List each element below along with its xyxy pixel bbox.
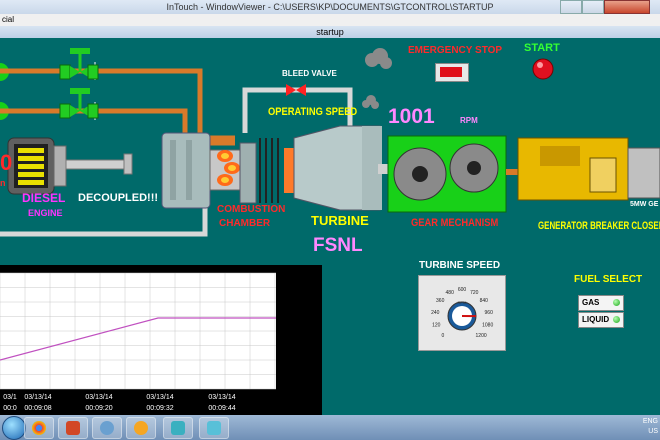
decoupled-label: DECOUPLED!!! bbox=[78, 192, 159, 204]
gauge-tick-label: 600 bbox=[458, 287, 467, 293]
explorer-icon bbox=[134, 421, 148, 435]
trend-time-date-2: 03/13/14 bbox=[85, 394, 112, 401]
gauge-tick-label: 840 bbox=[480, 298, 489, 304]
bleed-valve-label: BLEED VALVE bbox=[282, 69, 337, 78]
trend-time-axis: 03/1 00:0 03/13/14 00:09:08 03/13/14 00:… bbox=[3, 394, 236, 412]
gauge-tick-label: 720 bbox=[470, 290, 479, 296]
generator bbox=[517, 137, 660, 201]
gauge-tick-label: 1200 bbox=[476, 333, 487, 339]
start-button[interactable] bbox=[533, 58, 554, 79]
taskbar-app-paint[interactable] bbox=[92, 417, 122, 439]
bleed-valve bbox=[286, 84, 306, 96]
fuel-gas-label: GAS bbox=[582, 298, 600, 307]
taskbar-app-intouch-1[interactable] bbox=[163, 417, 193, 439]
trend-time-clock-0: 00:0 bbox=[3, 405, 17, 412]
gear-mechanism-label: GEAR MECHANISM bbox=[411, 217, 499, 229]
chrome-icon bbox=[32, 421, 46, 435]
paint-icon bbox=[100, 421, 114, 435]
taskbar-app-presentation[interactable] bbox=[58, 417, 88, 439]
trend-time-date-4: 03/13/14 bbox=[208, 394, 235, 401]
taskbar: ENG US bbox=[0, 415, 660, 440]
fuel-liquid-label: LIQUID bbox=[582, 315, 610, 324]
diesel-engine bbox=[7, 137, 133, 195]
minimize-button[interactable] bbox=[560, 0, 582, 14]
gauge-tick-label: 120 bbox=[432, 322, 441, 328]
document-title-bar: startup bbox=[0, 26, 660, 38]
trend-time-date-1: 03/13/14 bbox=[24, 394, 51, 401]
trend-time-clock-4: 00:09:44 bbox=[208, 405, 235, 412]
menu-item-special[interactable]: cial bbox=[0, 15, 14, 24]
fsnl-label: FSNL bbox=[313, 235, 363, 256]
start-label: START bbox=[524, 42, 560, 54]
gauge-unit: RPM bbox=[458, 300, 467, 305]
turbine-speed-gauge: 0 120 240 360 480 600 720 840 960 1080 1200 RPM bbox=[418, 275, 506, 351]
gauge-svg: 0120 240 360480 600 720840 960 1080 1200 RPM bbox=[431, 287, 494, 339]
taskbar-app-browser[interactable] bbox=[24, 417, 54, 439]
gauge-tick-label: 0 bbox=[442, 333, 445, 339]
system-tray[interactable]: ENG US bbox=[643, 417, 658, 437]
generator-rating-label: 5MW GE bbox=[630, 201, 659, 208]
smoke-cloud-2 bbox=[362, 95, 379, 109]
diesel-engine-label-1: DIESEL bbox=[22, 191, 66, 205]
trend-svg: 03/1 00:0 03/13/14 00:09:08 03/13/14 00:… bbox=[0, 272, 276, 412]
trend-time-clock-2: 00:09:20 bbox=[85, 405, 112, 412]
gas-turbine bbox=[161, 125, 392, 211]
fuel-select-label: FUEL SELECT bbox=[574, 274, 643, 285]
document-title: startup bbox=[316, 27, 344, 37]
fuel-gas-indicator bbox=[613, 299, 620, 306]
smoke-cloud-1 bbox=[365, 48, 392, 69]
menu-bar[interactable]: cial bbox=[0, 14, 660, 26]
window-title-bar[interactable]: InTouch - WindowViewer - C:\USERS\KP\DOC… bbox=[0, 0, 660, 14]
speed-trend-chart[interactable]: 03/1 00:0 03/13/14 00:09:08 03/13/14 00:… bbox=[0, 265, 322, 415]
intouch-icon bbox=[171, 421, 185, 435]
taskbar-app-intouch-2[interactable] bbox=[199, 417, 229, 439]
rpm-readout: 1001 bbox=[388, 105, 435, 128]
gauge-tick-label: 480 bbox=[446, 290, 455, 296]
left-value-readout: 0 bbox=[0, 150, 13, 175]
gear-mechanism bbox=[387, 135, 507, 213]
trend-time-clock-3: 00:09:32 bbox=[146, 405, 173, 412]
window-title: InTouch - WindowViewer - C:\USERS\KP\DOC… bbox=[166, 2, 494, 12]
maximize-button[interactable] bbox=[582, 0, 604, 14]
gauge-tick-label: 960 bbox=[485, 310, 494, 316]
turbine-speed-label: TURBINE SPEED bbox=[419, 260, 501, 271]
gauge-tick-label: 360 bbox=[436, 298, 445, 304]
fuel-pipes bbox=[0, 68, 235, 146]
hmi-canvas: 0 n BLEED VALVE OPERATING SPEED EMERGENC… bbox=[0, 38, 660, 415]
fuel-valve-1 bbox=[59, 48, 99, 80]
intouch-viewer-icon bbox=[207, 421, 221, 435]
gauge-tick-label: 240 bbox=[431, 310, 440, 316]
trend-time-date-0: 03/1 bbox=[3, 394, 17, 401]
fuel-liquid-indicator bbox=[613, 316, 620, 323]
taskbar-app-explorer[interactable] bbox=[126, 417, 156, 439]
gauge-tick-label: 1080 bbox=[482, 322, 493, 328]
operating-speed-label: OPERATING SPEED bbox=[268, 106, 358, 118]
fuel-gas-button[interactable]: GAS bbox=[578, 295, 624, 311]
generator-breaker-label: GENERATOR BREAKER CLOSED bbox=[538, 220, 660, 232]
emergency-stop-label: EMERGENCY STOP bbox=[408, 45, 503, 56]
turbine-label: TURBINE bbox=[311, 213, 369, 228]
tray-language: ENG bbox=[642, 418, 658, 425]
windows-start-button[interactable] bbox=[2, 416, 26, 440]
tray-region: US bbox=[648, 428, 658, 435]
emergency-stop-button[interactable] bbox=[435, 63, 469, 82]
rpm-unit: RPM bbox=[460, 116, 478, 125]
powerpoint-icon bbox=[66, 421, 80, 435]
left-unit-readout: n bbox=[0, 178, 6, 188]
trend-time-clock-1: 00:09:08 bbox=[24, 405, 51, 412]
diesel-engine-label-2: ENGINE bbox=[28, 208, 63, 218]
trend-time-date-3: 03/13/14 bbox=[146, 394, 173, 401]
fuel-liquid-button[interactable]: LIQUID bbox=[578, 312, 624, 328]
close-button[interactable] bbox=[604, 0, 650, 14]
combustion-chamber-label-2: CHAMBER bbox=[219, 218, 271, 229]
combustion-chamber-label-1: COMBUSTION bbox=[217, 204, 286, 215]
